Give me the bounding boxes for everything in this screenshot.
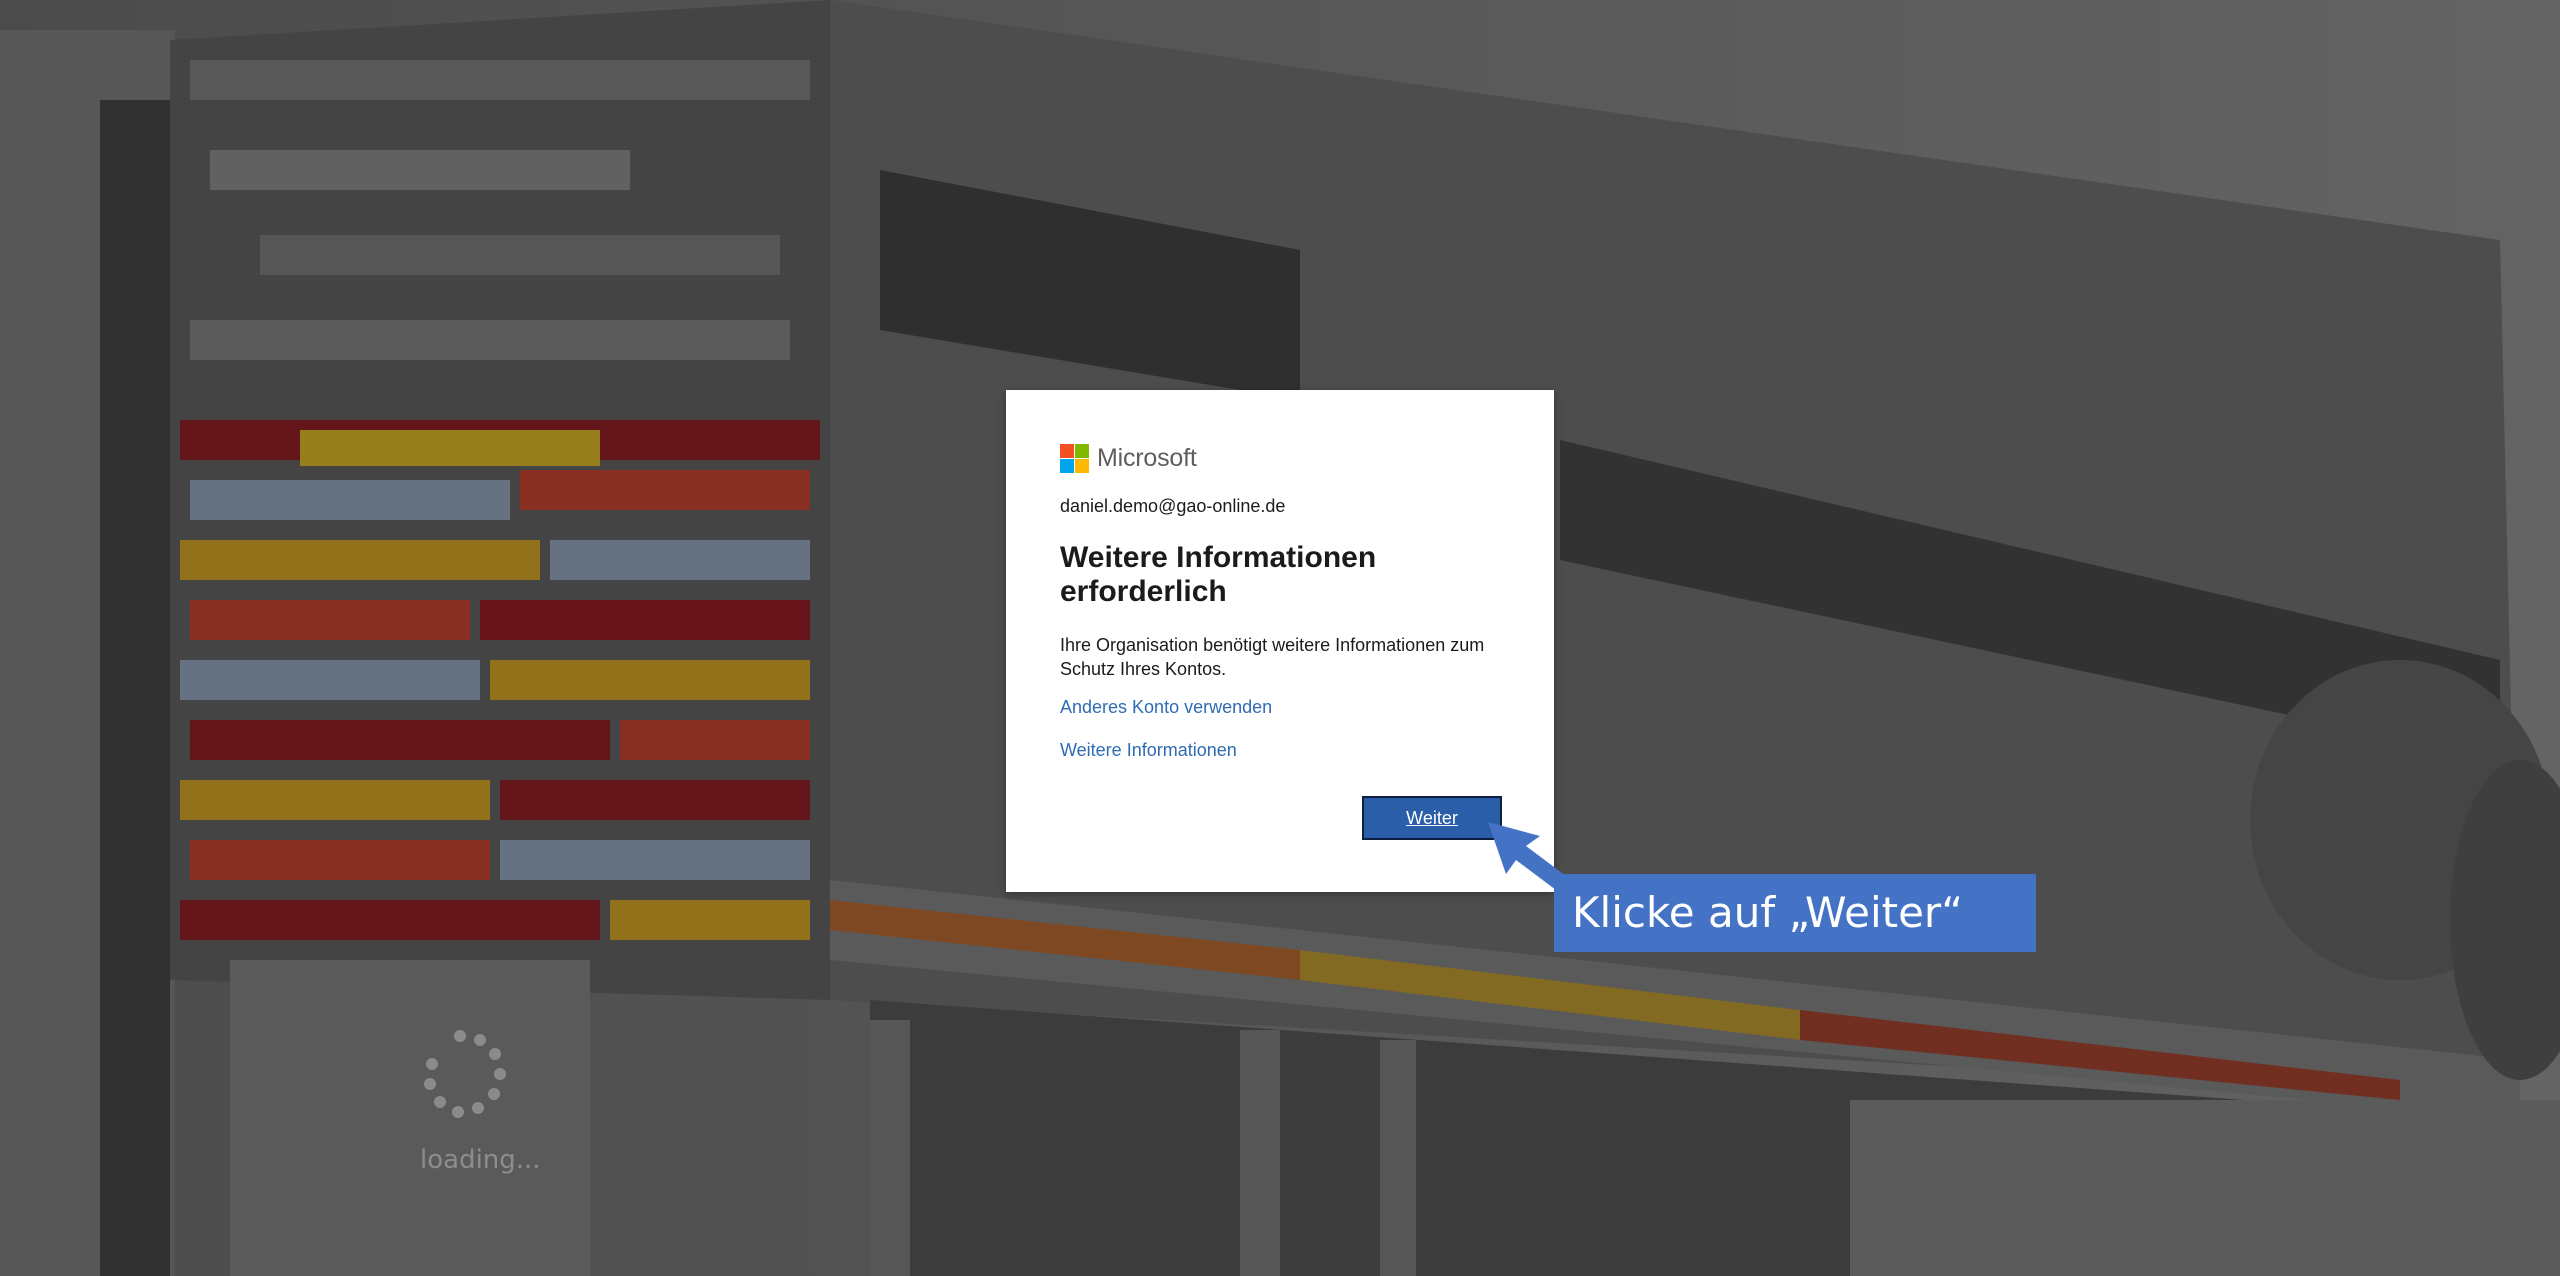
page-title: Weitere Informationen erforderlich — [1060, 541, 1377, 608]
microsoft-logo-icon — [1060, 443, 1089, 473]
next-button[interactable]: Weiter — [1362, 796, 1502, 840]
brand-name: Microsoft — [1097, 443, 1197, 472]
account-email: daniel.demo@gao-online.de — [1060, 496, 1286, 516]
description-text: Ihre Organisation benötigt weitere Infor… — [1060, 635, 1485, 679]
signin-card: Microsoft daniel.demo@gao-online.de Weit… — [1006, 390, 1554, 892]
use-other-account-link[interactable]: Anderes Konto verwenden — [1060, 697, 1500, 718]
microsoft-logo: Microsoft — [1060, 442, 1500, 474]
instruction-callout: Klicke auf „Weiter“ — [1554, 874, 2036, 952]
loading-text: loading... — [420, 1145, 541, 1175]
more-information-link[interactable]: Weitere Informationen — [1060, 740, 1500, 761]
